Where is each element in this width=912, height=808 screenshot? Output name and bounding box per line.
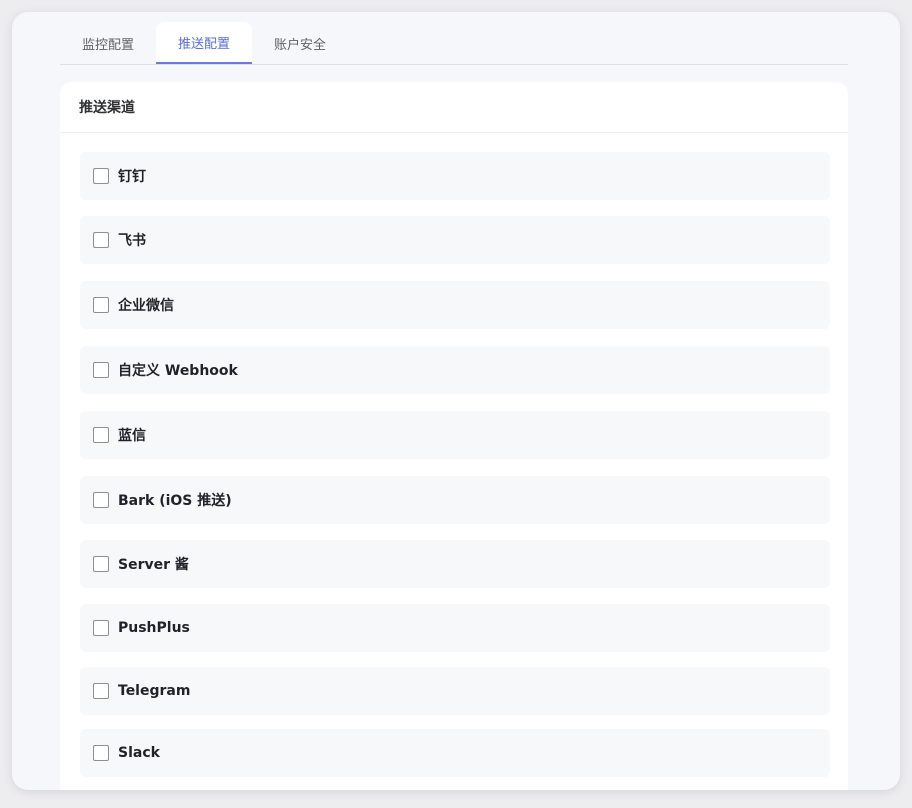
channel-label: Telegram — [118, 683, 191, 699]
channel-label: 自定义 Webhook — [118, 363, 238, 379]
checkbox[interactable] — [93, 297, 109, 313]
tab-monitor-config[interactable]: 监控配置 — [60, 22, 156, 64]
checkbox[interactable] — [93, 683, 109, 699]
checkbox[interactable] — [93, 745, 109, 761]
card-title: 推送渠道 — [60, 82, 848, 133]
channel-item-lanxin[interactable]: 蓝信 — [80, 411, 830, 459]
settings-window: 监控配置 推送配置 账户安全 推送渠道 钉钉 飞书 企业微信 自定义 Webho… — [12, 12, 900, 790]
checkbox[interactable] — [93, 620, 109, 636]
channel-item-slack[interactable]: Slack — [80, 729, 830, 777]
channel-item-pushplus[interactable]: PushPlus — [80, 604, 830, 652]
channel-item-dingtalk[interactable]: 钉钉 — [80, 152, 830, 200]
checkbox[interactable] — [93, 492, 109, 508]
channel-label: Bark (iOS 推送) — [118, 493, 232, 509]
checkbox[interactable] — [93, 232, 109, 248]
channel-label: Slack — [118, 745, 160, 761]
checkbox[interactable] — [93, 427, 109, 443]
channel-label: PushPlus — [118, 620, 190, 636]
channel-item-bark[interactable]: Bark (iOS 推送) — [80, 476, 830, 524]
channel-item-custom-webhook[interactable]: 自定义 Webhook — [80, 346, 830, 394]
channel-label: 蓝信 — [118, 428, 146, 444]
checkbox[interactable] — [93, 168, 109, 184]
tab-account-security[interactable]: 账户安全 — [252, 22, 348, 64]
push-channels-card: 推送渠道 钉钉 飞书 企业微信 自定义 Webhook 蓝信 Bark (iOS… — [60, 82, 848, 790]
checkbox[interactable] — [93, 362, 109, 378]
channel-item-feishu[interactable]: 飞书 — [80, 216, 830, 264]
tab-push-config[interactable]: 推送配置 — [156, 22, 252, 64]
channel-item-serverchan[interactable]: Server 酱 — [80, 540, 830, 588]
settings-tabs: 监控配置 推送配置 账户安全 — [60, 22, 848, 65]
channel-label: 企业微信 — [118, 298, 174, 314]
channel-label: 钉钉 — [118, 169, 146, 185]
channel-label: Server 酱 — [118, 557, 189, 573]
channel-label: 飞书 — [118, 233, 146, 249]
channel-item-telegram[interactable]: Telegram — [80, 667, 830, 715]
channel-item-wecom[interactable]: 企业微信 — [80, 281, 830, 329]
checkbox[interactable] — [93, 556, 109, 572]
